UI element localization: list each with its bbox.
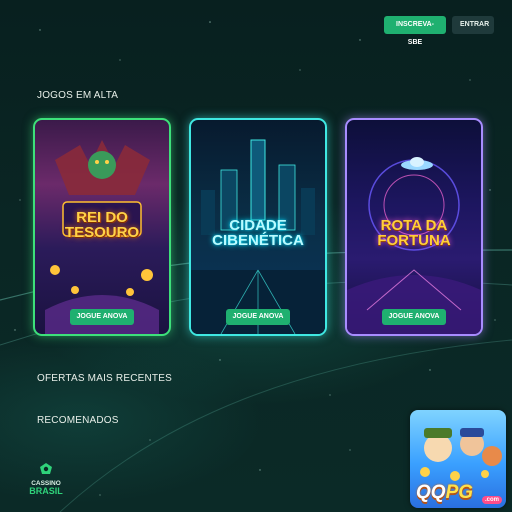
trending-section-title: JOGOS EM ALTA <box>37 90 119 101</box>
game-card-rota-da-fortuna[interactable]: ROTA DA FORTUNA JOGUE ANOVA <box>345 118 483 336</box>
trending-games-row: REI DO TESOURO JOGUE ANOVA CIDADE CIBENÉ… <box>33 118 483 336</box>
play-button[interactable]: JOGUE ANOVA <box>226 309 290 325</box>
recommended-section-title[interactable]: RECOMENADOS <box>37 415 119 426</box>
game-card-cidade-cibenetica[interactable]: CIDADE CIBENÉTICA JOGUE ANOVA <box>189 118 327 336</box>
lion-crest-icon <box>40 463 52 474</box>
signup-button[interactable]: INSCREVA-SBE <box>384 16 446 46</box>
top-bar: INSCREVA-SBE ENTRAR <box>384 16 494 46</box>
game-title: CIDADE CIBENÉTICA <box>191 218 325 249</box>
game-title-line2: CIBENÉTICA <box>212 232 304 250</box>
promo-logo-part1: QQ <box>416 482 446 503</box>
brand-logo[interactable]: CASSINO BRASIL <box>26 462 66 496</box>
game-title: REI DO TESOURO <box>35 210 169 241</box>
promo-logo: QQPG <box>416 482 473 504</box>
play-button[interactable]: JOGUE ANOVA <box>70 309 134 325</box>
promo-domain-badge: .com <box>481 496 502 504</box>
brand-name-line2: BRASIL <box>29 486 63 496</box>
qqpg-promo-banner[interactable]: QQPG .com <box>410 410 506 508</box>
game-card-rei-do-tesouro[interactable]: REI DO TESOURO JOGUE ANOVA <box>33 118 171 336</box>
game-title: ROTA DA FORTUNA <box>347 218 481 249</box>
login-button[interactable]: ENTRAR <box>452 16 494 34</box>
game-title-line2: TESOURO <box>64 224 140 242</box>
play-button[interactable]: JOGUE ANOVA <box>382 309 446 325</box>
offers-section-title[interactable]: OFERTAS MAIS RECENTES <box>37 373 172 384</box>
game-title-line2: FORTUNA <box>377 232 451 250</box>
promo-logo-part2: PG <box>445 482 474 503</box>
